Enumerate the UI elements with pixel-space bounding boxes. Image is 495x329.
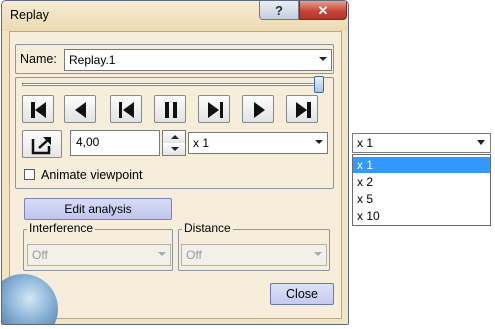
arrow-up-icon (171, 135, 179, 139)
skip-to-start-button[interactable] (22, 95, 54, 123)
step-spinner[interactable] (162, 130, 186, 156)
arrow-down-icon (171, 147, 179, 151)
play-button[interactable] (242, 95, 274, 123)
close-button[interactable]: Close (270, 283, 334, 305)
speed-select-value: x 1 (193, 136, 210, 150)
title-bar[interactable]: Replay ? ✕ (2, 1, 348, 31)
animate-viewpoint-checkbox[interactable] (24, 169, 35, 180)
speed-option[interactable]: x 10 (353, 208, 490, 224)
skip-to-start-icon (31, 102, 46, 118)
distance-value: Off (186, 248, 202, 262)
step-back-button[interactable] (64, 95, 96, 123)
next-button[interactable] (198, 95, 230, 123)
pause-button[interactable] (154, 95, 186, 123)
step-direction-button[interactable] (22, 130, 62, 158)
chevron-down-icon (315, 140, 323, 144)
pause-icon (165, 102, 177, 118)
step-value-input[interactable]: 4,00 (70, 130, 160, 156)
edit-analysis-button[interactable]: Edit analysis (24, 198, 172, 220)
skip-to-end-button[interactable] (286, 95, 318, 123)
previous-icon (119, 102, 134, 118)
name-select-value: Replay.1 (69, 53, 116, 67)
window-title: Replay (10, 8, 49, 22)
chevron-down-icon (314, 252, 322, 256)
help-button[interactable]: ? (259, 1, 299, 20)
interference-label: Interference (27, 221, 96, 235)
speed-dropdown[interactable]: x 1 (352, 133, 491, 153)
speed-option[interactable]: x 2 (353, 174, 490, 190)
distance-select[interactable]: Off (181, 244, 327, 266)
play-icon (254, 102, 265, 118)
chevron-down-icon (319, 57, 327, 61)
animate-viewpoint-label: Animate viewpoint (41, 168, 143, 182)
timeline-slider-thumb[interactable] (314, 76, 324, 93)
skip-to-end-icon (296, 102, 311, 118)
previous-button[interactable] (110, 95, 142, 123)
timeline-slider-track[interactable] (22, 83, 322, 86)
speed-dropdown-value: x 1 (357, 136, 374, 150)
close-window-button[interactable]: ✕ (299, 1, 347, 20)
name-label: Name: (20, 52, 57, 66)
interference-select[interactable]: Off (27, 244, 171, 266)
chevron-down-icon (158, 252, 166, 256)
next-icon (208, 102, 223, 118)
step-arrow-icon (31, 137, 51, 155)
name-select[interactable]: Replay.1 (64, 49, 332, 71)
decorative-globe-icon (2, 274, 58, 324)
speed-dropdown-list: x 1 x 2 x 5 x 10 (352, 154, 491, 226)
speed-select[interactable]: x 1 (188, 132, 328, 154)
distance-label: Distance (182, 221, 233, 235)
interference-value: Off (32, 248, 48, 262)
speed-option[interactable]: x 1 (353, 157, 490, 173)
speed-option[interactable]: x 5 (353, 191, 490, 207)
step-back-icon (75, 102, 86, 118)
chevron-down-icon (477, 140, 485, 145)
replay-dialog: Replay ? ✕ Name: Replay.1 4,00 x 1 Anima… (1, 0, 349, 325)
spin-down-button[interactable] (163, 143, 185, 155)
